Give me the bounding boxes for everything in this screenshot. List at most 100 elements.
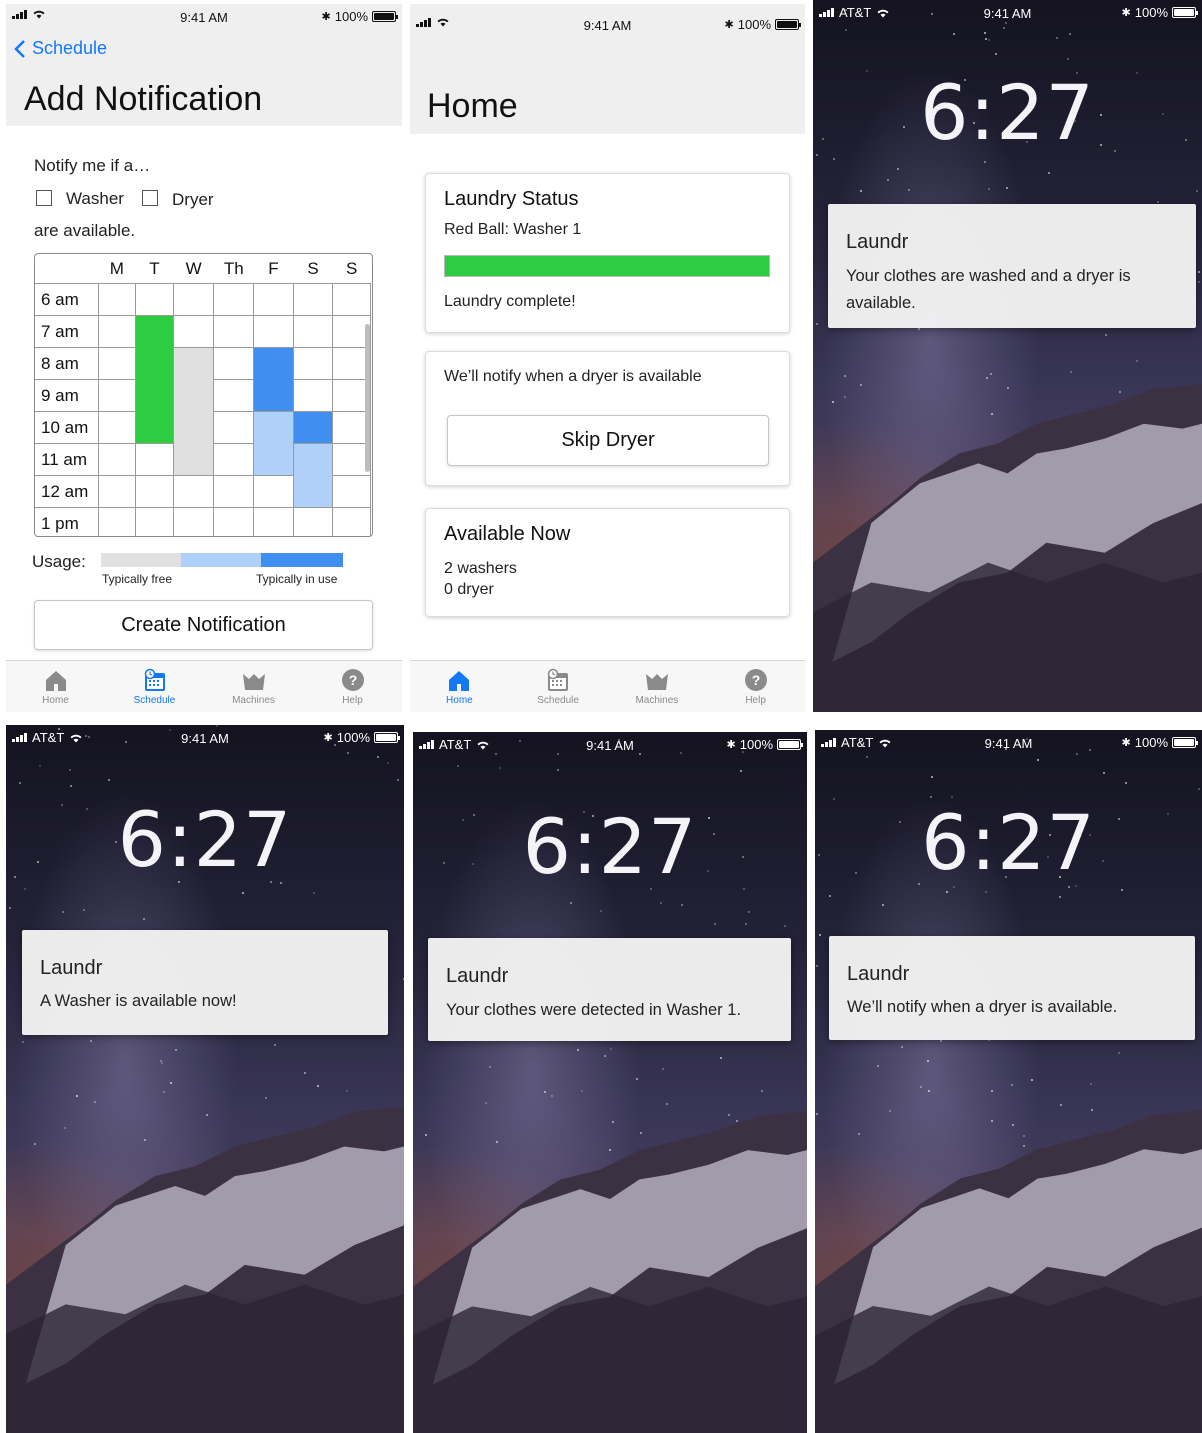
slot-cell[interactable]: [253, 315, 294, 348]
time-label: 9 am: [35, 379, 99, 412]
slot-cell[interactable]: [97, 347, 137, 380]
star: [1059, 896, 1062, 899]
star: [1059, 1104, 1062, 1107]
tab-schedule[interactable]: Schedule: [105, 661, 204, 712]
star: [819, 933, 822, 936]
notification-banner[interactable]: Laundr A Washer is available now!: [22, 930, 388, 1035]
back-button[interactable]: Schedule: [14, 38, 107, 59]
battery-percent: 100%: [737, 17, 771, 32]
star: [70, 784, 73, 787]
day-header: T: [135, 254, 174, 284]
notification-app-name: Laundr: [40, 957, 103, 979]
bluetooth-icon: ✱: [323, 732, 333, 744]
slot-cell-busy[interactable]: [292, 411, 334, 444]
slot-cell[interactable]: [332, 507, 371, 536]
legend-free-swatch: [101, 553, 181, 567]
dryer-checkbox[interactable]: [142, 190, 158, 206]
add-notification-screen: 9:41 AM ✱ 100% Schedule Add Notification …: [6, 4, 402, 712]
star: [83, 908, 86, 911]
dryer-notify-card: We’ll notify when a dryer is available S…: [425, 351, 790, 486]
slot-cell[interactable]: [213, 315, 255, 348]
slot-cell[interactable]: [292, 283, 334, 316]
tab-schedule[interactable]: Schedule: [509, 661, 608, 712]
washer-checkbox[interactable]: [36, 190, 52, 206]
tab-label: Help: [745, 695, 766, 706]
star: [988, 187, 991, 190]
slot-cell[interactable]: [213, 411, 255, 444]
notification-banner[interactable]: Laundr Your clothes are washed and a dry…: [828, 204, 1196, 328]
slot-cell[interactable]: [253, 475, 294, 508]
star: [108, 779, 111, 782]
slot-cell-moderate[interactable]: [253, 411, 294, 476]
tab-home[interactable]: Home: [6, 661, 105, 712]
slot-cell[interactable]: [172, 315, 215, 348]
star: [162, 1091, 165, 1094]
slot-cell[interactable]: [213, 379, 255, 412]
laundry-status-card: Laundry Status Red Ball: Washer 1 Laundr…: [425, 173, 790, 333]
dryer-count: 0 dryer: [444, 581, 494, 598]
slot-cell[interactable]: [292, 507, 334, 536]
corner-cell: [35, 254, 99, 284]
washers-count: 2 washers: [444, 560, 517, 577]
star: [761, 1090, 764, 1093]
slot-cell[interactable]: [97, 475, 137, 508]
tab-home[interactable]: Home: [410, 661, 509, 712]
battery-icon: [777, 739, 803, 750]
slot-cell-moderate[interactable]: [292, 443, 334, 508]
star: [9, 906, 12, 909]
time-row: 8 am: [35, 347, 371, 476]
star: [665, 1102, 668, 1105]
slot-cell[interactable]: [292, 379, 334, 412]
slot-cell[interactable]: [97, 315, 137, 348]
slot-cell[interactable]: [253, 283, 294, 316]
star: [312, 891, 315, 894]
notification-banner[interactable]: Laundr Your clothes were detected in Was…: [428, 938, 791, 1041]
tab-help[interactable]: ? Help: [706, 661, 805, 712]
star: [1076, 752, 1079, 755]
slot-cell[interactable]: [172, 283, 215, 316]
notification-banner[interactable]: Laundr We’ll notify when a dryer is avai…: [829, 936, 1195, 1040]
slot-cell[interactable]: [332, 475, 371, 508]
slot-cell[interactable]: [213, 283, 255, 316]
star: [1002, 27, 1005, 30]
skip-dryer-button[interactable]: Skip Dryer: [447, 415, 769, 466]
lock-clock: 6:27: [117, 795, 293, 884]
star: [990, 1090, 993, 1093]
slot-cell[interactable]: [332, 283, 371, 316]
star: [927, 1089, 930, 1092]
slot-cell-free[interactable]: [172, 347, 215, 476]
slot-cell[interactable]: [97, 379, 137, 412]
slot-cell[interactable]: [213, 443, 255, 476]
slot-cell[interactable]: [213, 347, 255, 380]
slot-cell[interactable]: [135, 443, 174, 476]
star: [881, 903, 884, 906]
slot-cell[interactable]: [213, 507, 255, 536]
slot-cell[interactable]: [253, 507, 294, 536]
slot-cell[interactable]: [97, 507, 137, 536]
create-notification-button[interactable]: Create Notification: [34, 600, 373, 650]
tab-label: Machines: [635, 695, 679, 706]
lock-screen-washer-available: AT&T 9:41 AM ✱ 100% 6:27 Laundr A Washer …: [6, 725, 404, 1433]
star: [714, 923, 717, 926]
slot-cell[interactable]: [172, 507, 215, 536]
slot-cell[interactable]: [172, 475, 215, 508]
day-header: M: [98, 254, 136, 284]
scrollbar[interactable]: [365, 324, 370, 472]
slot-cell[interactable]: [135, 475, 174, 508]
lock-clock: 6:27: [921, 798, 1096, 887]
slot-cell-selected[interactable]: [135, 315, 174, 444]
tab-help[interactable]: ? Help: [303, 661, 402, 712]
slot-cell[interactable]: [97, 443, 137, 476]
tab-machines[interactable]: Machines: [608, 661, 707, 712]
slot-cell[interactable]: [292, 347, 334, 380]
slot-cell[interactable]: [292, 315, 334, 348]
lock-clock: 6:27: [920, 68, 1095, 157]
tab-machines[interactable]: Machines: [204, 661, 303, 712]
slot-cell[interactable]: [97, 283, 137, 316]
slot-cell[interactable]: [135, 283, 174, 316]
slot-cell-busy[interactable]: [253, 347, 294, 412]
slot-cell[interactable]: [135, 507, 174, 536]
slot-cell[interactable]: [97, 411, 137, 444]
slot-cell[interactable]: [213, 475, 255, 508]
star: [1011, 1084, 1014, 1087]
